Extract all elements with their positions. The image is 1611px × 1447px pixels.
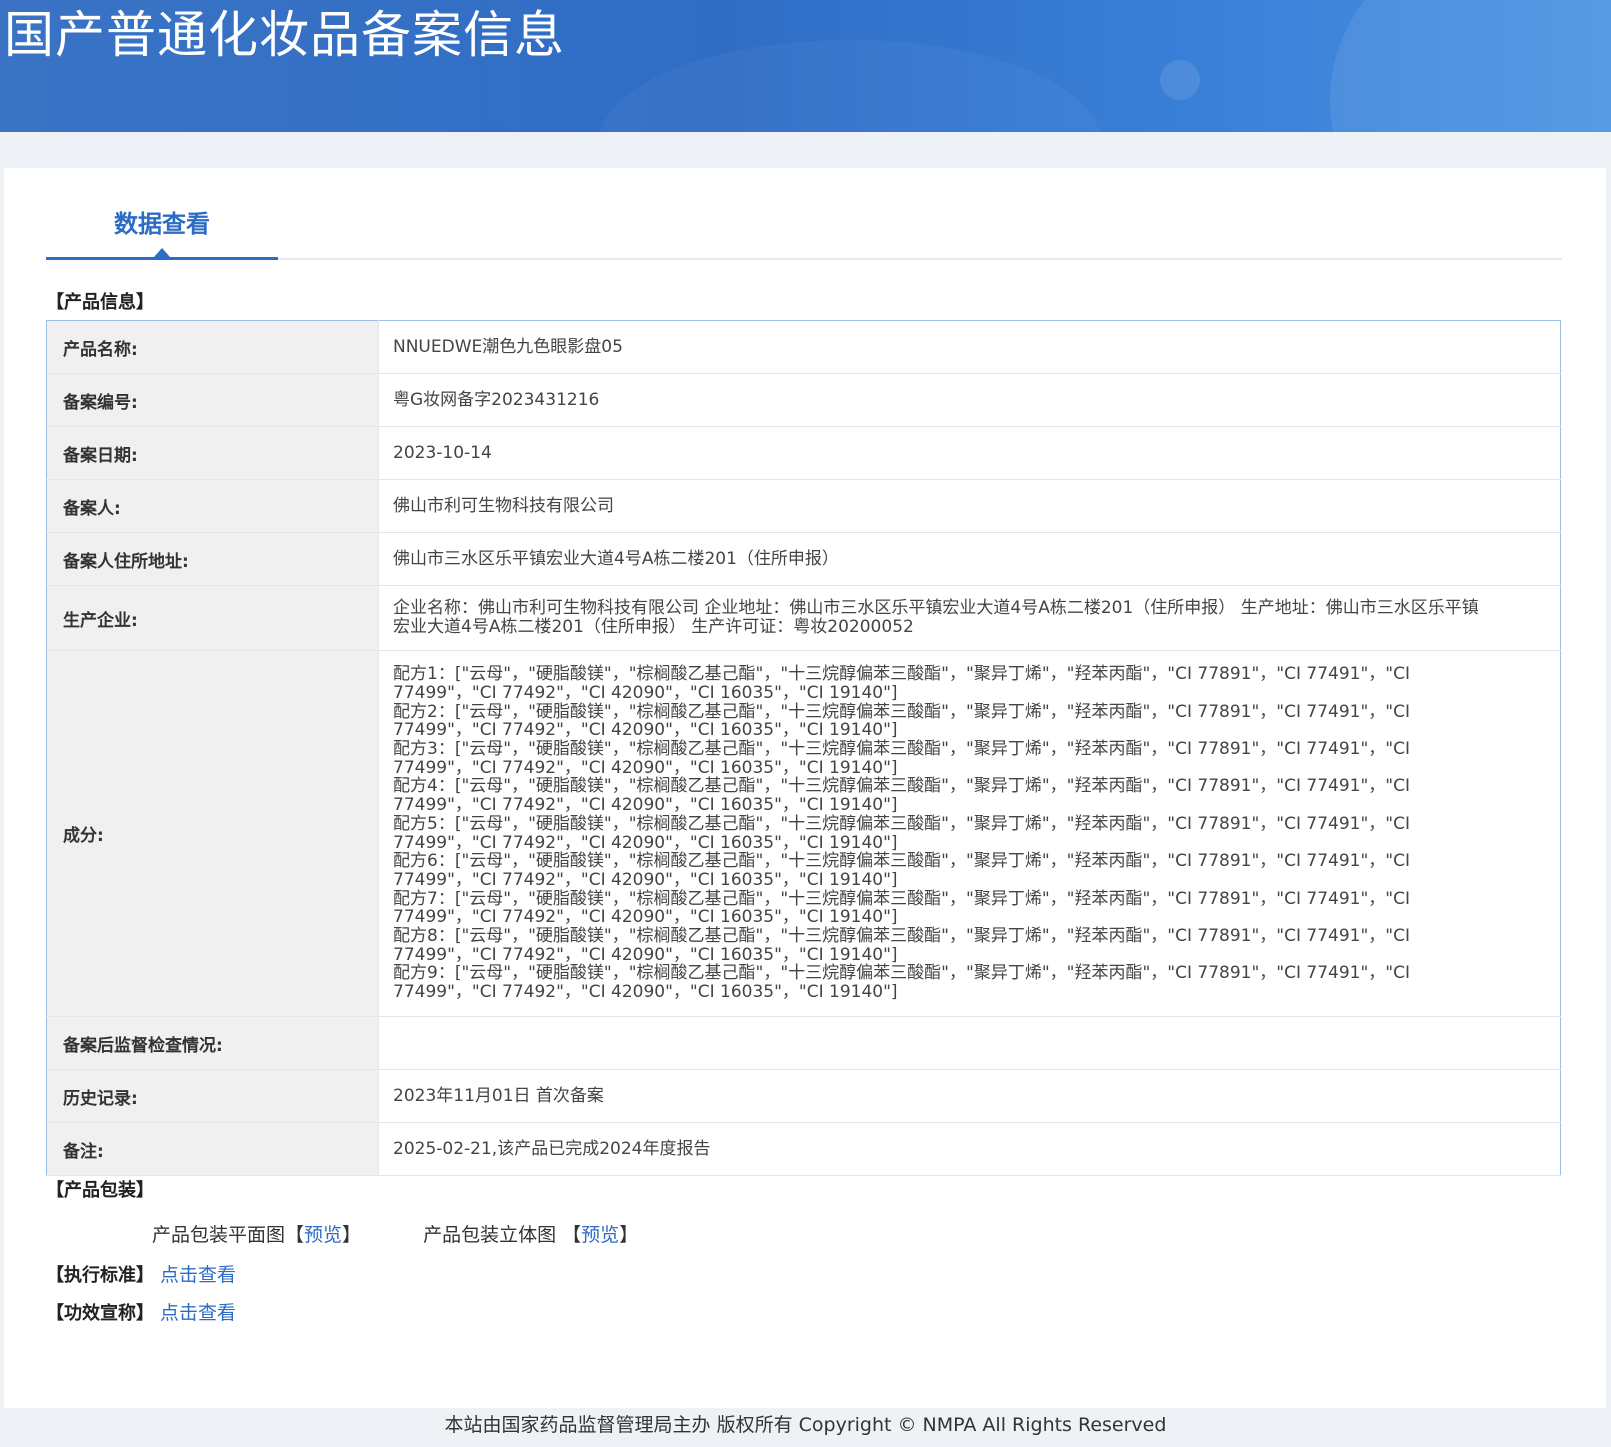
ingredients-value: 配方1：["云母"，"硬脂酸镁"，"棕榈酸乙基己酯"，"十三烷醇偏苯三酸酯"，"… xyxy=(378,650,1561,1017)
packaging-stereo-item: 产品包装立体图 【预览】 xyxy=(423,1224,639,1246)
table-row: 备案人: 佛山市利可生物科技有限公司 xyxy=(46,479,1561,533)
packaging-links: 产品包装平面图【预览】 产品包装立体图 【预览】 xyxy=(152,1220,694,1247)
row-label: 备注: xyxy=(46,1122,379,1176)
product-name-value: NNUEDWE潮色九色眼影盘05 xyxy=(378,320,1561,374)
row-label: 成分: xyxy=(46,650,379,1017)
table-row: 历史记录: 2023年11月01日 首次备案 xyxy=(46,1069,1561,1123)
standard-line: 【执行标准】 点击查看 xyxy=(46,1260,236,1287)
table-row: 生产企业: 企业名称：佛山市利可生物科技有限公司 企业地址：佛山市三水区乐平镇宏… xyxy=(46,585,1561,651)
table-row: 备注: 2025-02-21,该产品已完成2024年度报告 xyxy=(46,1122,1561,1176)
standard-label: 【执行标准】 xyxy=(46,1265,154,1286)
row-label: 历史记录: xyxy=(46,1069,379,1123)
history-value: 2023年11月01日 首次备案 xyxy=(378,1069,1561,1123)
tab-data-view[interactable]: 数据查看 xyxy=(46,196,278,260)
record-date-value: 2023-10-14 xyxy=(378,426,1561,480)
formula-item: 配方6：["云母"，"硬脂酸镁"，"棕榈酸乙基己酯"，"十三烷醇偏苯三酸酯"，"… xyxy=(393,851,1410,890)
formula-item: 配方1：["云母"，"硬脂酸镁"，"棕榈酸乙基己酯"，"十三烷醇偏苯三酸酯"，"… xyxy=(393,664,1410,703)
row-label: 备案人住所地址: xyxy=(46,532,379,586)
formula-item: 配方9：["云母"，"硬脂酸镁"，"棕榈酸乙基己酯"，"十三烷醇偏苯三酸酯"，"… xyxy=(393,963,1410,1003)
efficacy-label: 【功效宣称】 xyxy=(46,1303,154,1324)
packaging-flat-preview-link[interactable]: 预览 xyxy=(304,1224,342,1246)
row-label: 备案日期: xyxy=(46,426,379,480)
record-no-value: 粤G妆网备字2023431216 xyxy=(378,373,1561,427)
row-label: 备案后监督检查情况: xyxy=(46,1016,379,1070)
table-row: 备案后监督检查情况: xyxy=(46,1016,1561,1070)
product-info-table: 产品名称: NNUEDWE潮色九色眼影盘05 备案编号: 粤G妆网备字20234… xyxy=(46,320,1561,1176)
tab-label: 数据查看 xyxy=(114,210,210,238)
packaging-stereo-preview-link[interactable]: 预览 xyxy=(581,1224,619,1246)
formula-item: 配方3：["云母"，"硬脂酸镁"，"棕榈酸乙基己酯"，"十三烷醇偏苯三酸酯"，"… xyxy=(393,738,1410,778)
manufacturer-value: 企业名称：佛山市利可生物科技有限公司 企业地址：佛山市三水区乐平镇宏业大道4号A… xyxy=(378,585,1561,651)
content-card: 数据查看 【产品信息】 产品名称: NNUEDWE潮色九色眼影盘05 备案编号:… xyxy=(4,168,1606,1408)
formula-item: 配方8：["云母"，"硬脂酸镁"，"棕榈酸乙基己酯"，"十三烷醇偏苯三酸酯"，"… xyxy=(393,926,1410,965)
address-value: 佛山市三水区乐平镇宏业大道4号A栋二楼201（住所申报） xyxy=(378,532,1561,586)
table-row: 备案人住所地址: 佛山市三水区乐平镇宏业大道4号A栋二楼201（住所申报） xyxy=(46,532,1561,586)
table-row: 备案编号: 粤G妆网备字2023431216 xyxy=(46,373,1561,427)
page-footer: 本站由国家药品监督管理局主办 版权所有 Copyright © NMPA All… xyxy=(0,1410,1611,1447)
row-label: 生产企业: xyxy=(46,585,379,651)
header-decoration xyxy=(1160,60,1200,100)
formula-item: 配方7：["云母"，"硬脂酸镁"，"棕榈酸乙基己酯"，"十三烷醇偏苯三酸酯"，"… xyxy=(393,888,1410,928)
page-header: 国产普通化妆品备案信息 xyxy=(0,0,1611,132)
inspection-value xyxy=(378,1016,1561,1070)
remark-value: 2025-02-21,该产品已完成2024年度报告 xyxy=(378,1122,1561,1176)
row-label: 产品名称: xyxy=(46,320,379,374)
section-title-product-info: 【产品信息】 xyxy=(46,292,154,313)
packaging-flat-item: 产品包装平面图【预览】 xyxy=(152,1224,362,1246)
table-row: 备案日期: 2023-10-14 xyxy=(46,426,1561,480)
packaging-stereo-label: 产品包装立体图 xyxy=(423,1224,557,1246)
registrant-value: 佛山市利可生物科技有限公司 xyxy=(378,479,1561,533)
tab-bar: 数据查看 xyxy=(46,196,1562,260)
header-decoration xyxy=(600,40,1100,132)
table-row: 产品名称: NNUEDWE潮色九色眼影盘05 xyxy=(46,320,1561,374)
packaging-flat-label: 产品包装平面图 xyxy=(152,1224,286,1246)
formula-item: 配方5：["云母"，"硬脂酸镁"，"棕榈酸乙基己酯"，"十三烷醇偏苯三酸酯"，"… xyxy=(393,813,1410,853)
standard-view-link[interactable]: 点击查看 xyxy=(160,1264,236,1286)
formula-item: 配方4：["云母"，"硬脂酸镁"，"棕榈酸乙基己酯"，"十三烷醇偏苯三酸酯"，"… xyxy=(393,776,1410,816)
table-row: 成分: 配方1：["云母"，"硬脂酸镁"，"棕榈酸乙基己酯"，"十三烷醇偏苯三酸… xyxy=(46,650,1561,1017)
footer-copyright: 本站由国家药品监督管理局主办 版权所有 Copyright © NMPA All… xyxy=(444,1414,1167,1436)
header-decoration xyxy=(1330,0,1611,132)
efficacy-line: 【功效宣称】 点击查看 xyxy=(46,1298,236,1325)
formula-item: 配方2：["云母"，"硬脂酸镁"，"棕榈酸乙基己酯"，"十三烷醇偏苯三酸酯"，"… xyxy=(393,701,1410,741)
section-title-packaging: 【产品包装】 xyxy=(46,1180,154,1201)
page-title: 国产普通化妆品备案信息 xyxy=(4,6,565,64)
row-label: 备案人: xyxy=(46,479,379,533)
tab-caret-icon xyxy=(154,248,170,257)
efficacy-view-link[interactable]: 点击查看 xyxy=(160,1302,236,1324)
row-label: 备案编号: xyxy=(46,373,379,427)
